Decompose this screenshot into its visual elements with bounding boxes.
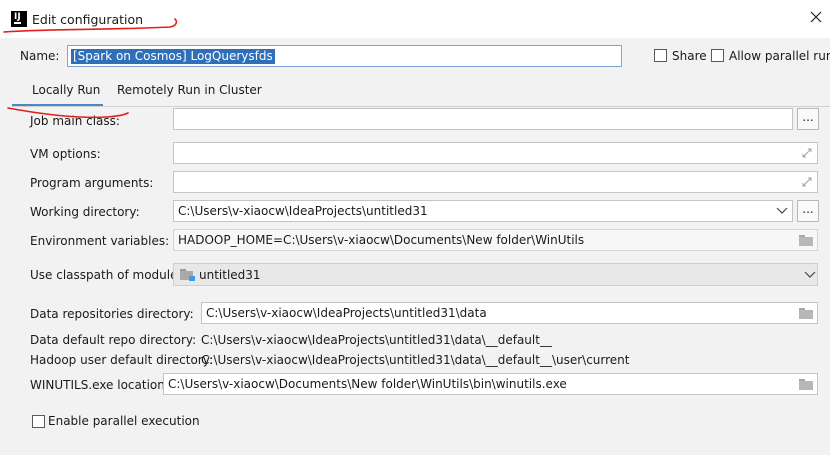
job-main-class-input[interactable]: [173, 108, 793, 130]
classpath-module-value: untitled31: [199, 268, 261, 282]
working-directory-label: Working directory:: [30, 205, 140, 219]
hadoop-user-default-directory-label: Hadoop user default directory:: [30, 353, 213, 367]
vm-options-expand-icon[interactable]: [802, 148, 812, 158]
working-directory-input[interactable]: C:\Users\v-xiaocw\IdeaProjects\untitled3…: [173, 200, 793, 222]
window-title: Edit configuration: [32, 12, 144, 27]
job-main-class-label: Job main class:: [30, 114, 120, 128]
tab-remotely-run-in-cluster[interactable]: Remotely Run in Cluster: [117, 75, 262, 107]
program-arguments-input[interactable]: [173, 171, 818, 193]
module-icon: [180, 269, 195, 281]
working-directory-browse-button[interactable]: ...: [797, 200, 819, 222]
data-default-repo-directory-value: C:\Users\v-xiaocw\IdeaProjects\untitled3…: [201, 333, 552, 347]
enable-parallel-execution-label[interactable]: Enable parallel execution: [48, 414, 200, 428]
vm-options-label: VM options:: [30, 147, 101, 161]
share-checkbox[interactable]: [654, 49, 667, 62]
intellij-icon: IJ: [11, 11, 27, 27]
environment-variables-input[interactable]: HADOOP_HOME=C:\Users\v-xiaocw\Documents\…: [173, 229, 818, 251]
classpath-module-select[interactable]: untitled31: [173, 263, 818, 286]
classpath-module-label: Use classpath of module:: [30, 268, 182, 282]
winutils-location-input[interactable]: C:\Users\v-xiaocw\Documents\New folder\W…: [163, 373, 818, 395]
allow-parallel-run-checkbox[interactable]: [711, 49, 724, 62]
data-repositories-directory-input[interactable]: C:\Users\v-xiaocw\IdeaProjects\untitled3…: [201, 302, 818, 324]
hadoop-user-default-directory-value: C:\Users\v-xiaocw\IdeaProjects\untitled3…: [201, 353, 630, 367]
environment-variables-label: Environment variables:: [30, 234, 170, 248]
classpath-module-chevron-down-icon: [804, 271, 816, 278]
tab-locally-run[interactable]: Locally Run: [12, 75, 103, 107]
name-label: Name:: [20, 49, 60, 63]
tab-divider: [12, 106, 830, 107]
winutils-location-folder-icon[interactable]: [799, 379, 813, 390]
close-icon[interactable]: [808, 9, 824, 25]
data-default-repo-directory-label: Data default repo directory:: [30, 333, 197, 347]
vm-options-input[interactable]: [173, 142, 818, 164]
environment-variables-folder-icon[interactable]: [799, 235, 813, 246]
allow-parallel-run-label[interactable]: Allow parallel run: [729, 49, 830, 63]
program-arguments-expand-icon[interactable]: [802, 177, 812, 187]
working-directory-chevron-down-icon[interactable]: [776, 207, 788, 215]
winutils-location-label: WINUTILS.exe location:: [30, 378, 169, 392]
data-repositories-folder-icon[interactable]: [799, 308, 813, 319]
data-repositories-directory-label: Data repositories directory:: [30, 307, 194, 321]
share-label[interactable]: Share: [672, 49, 707, 63]
name-input-value: [Spark on Cosmos] LogQuerysfds: [71, 49, 275, 64]
program-arguments-label: Program arguments:: [30, 176, 154, 190]
title-bar: IJ Edit configuration: [0, 0, 830, 38]
job-main-class-browse-button[interactable]: ...: [797, 108, 819, 130]
enable-parallel-execution-checkbox[interactable]: [32, 415, 45, 428]
name-input[interactable]: [Spark on Cosmos] LogQuerysfds: [67, 45, 622, 67]
